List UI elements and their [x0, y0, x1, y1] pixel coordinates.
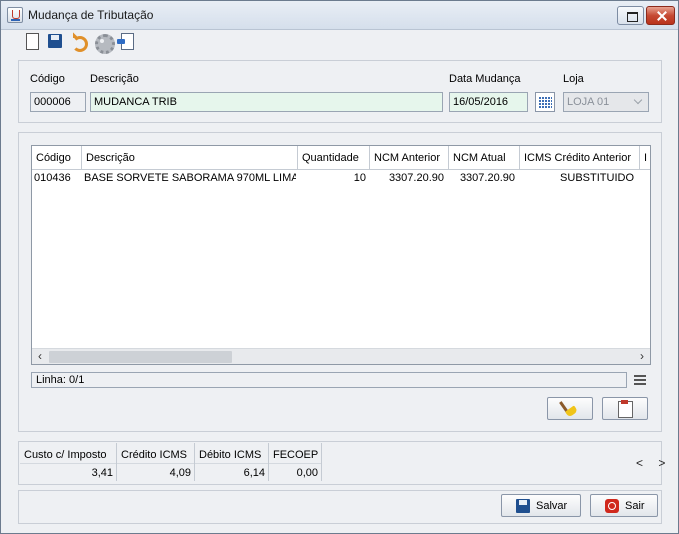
scroll-thumb[interactable] [49, 351, 232, 363]
totals-col-credito: Crédito ICMS 4,09 [117, 443, 195, 481]
clear-broom-button[interactable] [547, 397, 593, 420]
col-header-quantidade[interactable]: Quantidade [298, 146, 370, 170]
data-mudanca-field[interactable]: 16/05/2016 [449, 92, 528, 112]
calendar-icon[interactable] [535, 92, 555, 112]
descricao-field[interactable]: MUDANCA TRIB [90, 92, 443, 112]
cell-codigo: 010436 [34, 172, 71, 184]
table-row[interactable]: 010436 BASE SORVETE SABORAMA 970ML LIMAO… [32, 170, 650, 186]
menu-lines-icon[interactable] [634, 375, 646, 385]
totals-scroll-arrows[interactable]: < > [636, 456, 671, 470]
loja-label: Loja [563, 73, 584, 85]
undo-icon[interactable] [69, 33, 88, 52]
totals-col-fecoep: FECOEP 0,00 [269, 443, 322, 481]
col-header-truncated[interactable]: I [640, 146, 650, 170]
fecoep-label: FECOEP [273, 449, 319, 461]
col-header-codigo[interactable]: Código [32, 146, 82, 170]
fecoep-value: 0,00 [296, 467, 318, 479]
close-window-button[interactable] [646, 6, 675, 25]
save-disk-icon[interactable] [47, 33, 63, 49]
loja-select[interactable]: LOJA 01 [563, 92, 649, 112]
col-header-ncm-atual[interactable]: NCM Atual [449, 146, 520, 170]
data-mudanca-label: Data Mudança [449, 73, 521, 85]
horizontal-scrollbar[interactable]: ‹ › [32, 348, 650, 364]
col-header-icms-credito-anterior[interactable]: ICMS Crédito Anterior [520, 146, 640, 170]
cell-ncm-atual: 3307.20.90 [459, 172, 515, 184]
exit-button[interactable]: Sair [590, 494, 658, 517]
exit-button-label: Sair [625, 500, 645, 512]
col-header-ncm-anterior[interactable]: NCM Anterior [370, 146, 449, 170]
chevron-down-icon [633, 95, 643, 105]
divider [195, 463, 268, 464]
restore-button[interactable] [617, 6, 644, 25]
divider [269, 463, 321, 464]
app-window: Mudança de Tributação Código 000006 Desc… [0, 0, 679, 534]
cell-icms-credito-anterior: SUBSTITUIDO [560, 172, 634, 184]
codigo-field[interactable]: 000006 [30, 92, 86, 112]
items-table: Código Descrição Quantidade NCM Anterior… [31, 145, 651, 365]
table-header: Código Descrição Quantidade NCM Anterior… [32, 146, 650, 170]
totals-col-debito: Débito ICMS 6,14 [195, 443, 269, 481]
row-status: Linha: 0/1 [31, 372, 627, 388]
loja-select-value: LOJA 01 [567, 96, 610, 108]
totals-col-custo: Custo c/ Imposto 3,41 [20, 443, 117, 481]
col-header-descricao[interactable]: Descrição [82, 146, 298, 170]
cell-descricao: BASE SORVETE SABORAMA 970ML LIMAO [84, 172, 296, 184]
title-bar[interactable]: Mudança de Tributação [1, 1, 678, 30]
save-button[interactable]: Salvar [501, 494, 581, 517]
custo-imposto-value: 3,41 [91, 467, 113, 479]
divider [20, 463, 116, 464]
java-app-icon [7, 7, 23, 23]
paste-button[interactable] [602, 397, 648, 420]
scroll-right-icon[interactable]: › [634, 349, 650, 364]
cell-ncm-anterior: 3307.20.90 [388, 172, 444, 184]
new-document-icon[interactable] [24, 33, 40, 50]
descricao-label: Descrição [90, 73, 139, 85]
save-disk-icon [516, 499, 530, 513]
gear-icon[interactable] [94, 33, 115, 54]
save-button-label: Salvar [536, 500, 568, 512]
codigo-label: Código [30, 73, 65, 85]
power-icon [605, 499, 619, 513]
cell-quantidade: 10 [353, 172, 366, 184]
divider [117, 463, 194, 464]
credito-icms-value: 4,09 [169, 467, 191, 479]
debito-icms-value: 6,14 [243, 467, 265, 479]
window-title: Mudança de Tributação [28, 8, 154, 22]
custo-imposto-label: Custo c/ Imposto [24, 449, 107, 461]
debito-icms-label: Débito ICMS [199, 449, 262, 461]
credito-icms-label: Crédito ICMS [121, 449, 188, 461]
export-icon[interactable] [117, 33, 134, 50]
scroll-left-icon[interactable]: ‹ [32, 349, 48, 364]
